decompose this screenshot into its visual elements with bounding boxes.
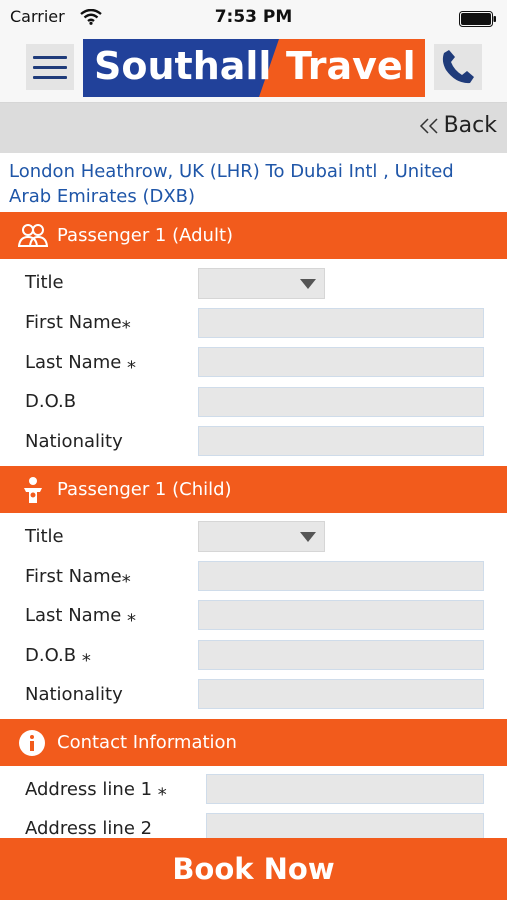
app-header: Southall Travel — [0, 36, 507, 103]
address-line-2-label: Address line 2 — [25, 818, 153, 839]
book-now-label: Book Now — [172, 852, 335, 886]
route-summary: London Heathrow, UK (LHR) To Dubai Intl … — [9, 161, 454, 207]
child-last-name-label: Last Name ⁎ — [25, 605, 137, 626]
child-dob-input[interactable] — [198, 640, 484, 670]
adult-last-name-label: Last Name ⁎ — [25, 352, 137, 373]
child-dob-label: D.O.B ⁎ — [25, 645, 91, 666]
back-button[interactable]: Back — [418, 113, 497, 138]
hamburger-icon-bar — [33, 75, 67, 79]
logo-word-southall: Southall — [94, 44, 272, 88]
info-icon — [18, 729, 48, 757]
dropdown-arrow-icon — [300, 532, 316, 542]
child-nationality-label: Nationality — [25, 684, 123, 705]
double-chevron-left-icon — [419, 117, 438, 134]
status-time: 7:53 PM — [214, 7, 293, 27]
back-bar: Back — [0, 103, 507, 153]
book-now-button[interactable]: Book Now — [0, 838, 507, 900]
adult-nationality-label: Nationality — [25, 431, 123, 452]
section-title-child: Passenger 1 (Child) — [57, 479, 232, 500]
adult-last-name-input[interactable] — [198, 347, 484, 377]
adult-dob-input[interactable] — [198, 387, 484, 417]
adult-first-name-input[interactable] — [198, 308, 484, 338]
address-line-1-input[interactable] — [206, 774, 484, 804]
adult-title-label: Title — [25, 272, 64, 293]
dropdown-arrow-icon — [300, 279, 316, 289]
hamburger-icon-bar — [33, 65, 67, 69]
child-first-name-input[interactable] — [198, 561, 484, 591]
menu-button[interactable] — [26, 44, 74, 90]
adult-first-name-label: First Name⁎ — [25, 312, 131, 333]
adult-nationality-input[interactable] — [198, 426, 484, 456]
hamburger-icon — [33, 55, 67, 59]
brand-logo[interactable]: Southall Travel — [83, 39, 425, 97]
child-title-label: Title — [25, 526, 64, 547]
status-bar: Carrier 7:53 PM — [0, 0, 507, 36]
child-nationality-input[interactable] — [198, 679, 484, 709]
adult-dob-label: D.O.B — [25, 391, 77, 412]
section-title-contact: Contact Information — [57, 732, 237, 753]
section-header-contact: Contact Information — [0, 719, 507, 766]
battery-icon — [459, 11, 497, 31]
section-title-adult: Passenger 1 (Adult) — [57, 225, 234, 246]
logo-word-travel: Travel — [286, 44, 416, 88]
address-line-1-label: Address line 1 ⁎ — [25, 779, 167, 800]
child-title-select[interactable] — [198, 521, 325, 552]
child-last-name-input[interactable] — [198, 600, 484, 630]
child-first-name-label: First Name⁎ — [25, 566, 131, 587]
phone-icon — [442, 50, 474, 84]
people-icon — [17, 222, 49, 250]
section-header-adult: Passenger 1 (Adult) — [0, 212, 507, 259]
call-button[interactable] — [434, 44, 482, 90]
back-label: Back — [443, 113, 497, 138]
child-icon — [18, 476, 48, 504]
section-header-child: Passenger 1 (Child) — [0, 466, 507, 513]
adult-title-select[interactable] — [198, 268, 325, 299]
